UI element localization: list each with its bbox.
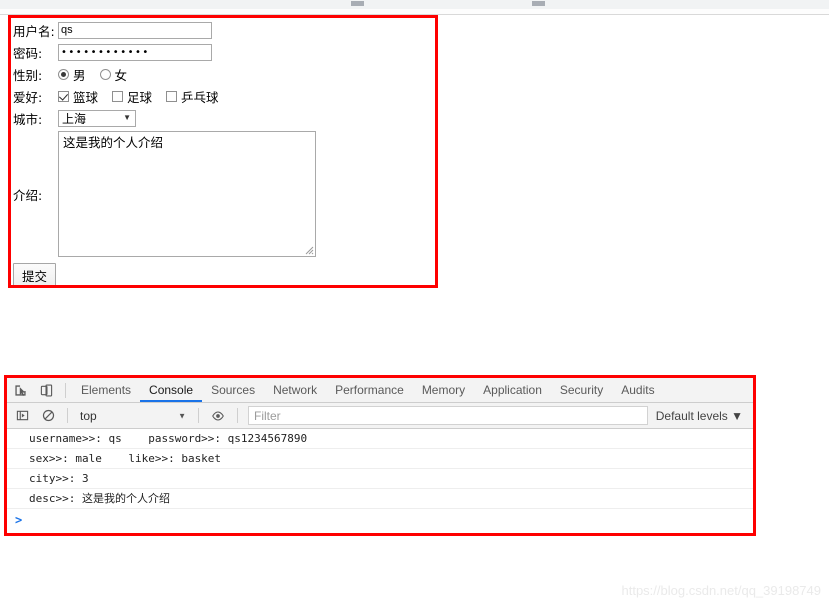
form-row-password: 密码: •••••••••••• — [13, 42, 433, 62]
tab-console[interactable]: Console — [140, 378, 203, 402]
checkbox-hobby-basketball[interactable]: 篮球 — [58, 87, 98, 106]
form-row-desc: 介绍: 这是我的个人介绍 — [13, 131, 433, 257]
registration-form: 用户名: 密码: •••••••••••• 性别: 男 女 爱好: 篮球 足球 — [13, 20, 433, 288]
filterbar-divider — [67, 408, 68, 423]
checkbox-icon-checked[interactable] — [58, 90, 69, 102]
checkbox-hobby-football[interactable]: 足球 — [112, 87, 152, 106]
password-input[interactable]: •••••••••••• — [58, 43, 212, 61]
city-label: 城市: — [13, 111, 43, 127]
radio-icon-checked[interactable] — [58, 68, 69, 80]
execution-context-select[interactable]: top ▼ — [74, 406, 192, 425]
checkbox-icon-unchecked[interactable] — [166, 90, 178, 102]
devtools-panel: Elements Console Sources Network Perform… — [7, 378, 753, 531]
device-toolbar-icon[interactable] — [33, 378, 59, 402]
console-output: username>>: qs password>>: qs1234567890 … — [7, 429, 753, 531]
submit-button[interactable]: 提交 — [13, 263, 57, 288]
devtools-tabbar: Elements Console Sources Network Perform… — [7, 378, 753, 403]
checkbox-icon-unchecked[interactable] — [112, 90, 124, 102]
console-line: username>>: qs password>>: qs1234567890 — [7, 429, 753, 449]
filterbar-divider — [198, 408, 199, 423]
checkbox-hobby-football-label: 足球 — [127, 89, 153, 105]
desc-textarea[interactable]: 这是我的个人介绍 — [58, 131, 316, 257]
radio-icon-unchecked[interactable] — [99, 68, 111, 80]
tab-elements[interactable]: Elements — [72, 378, 140, 402]
console-prompt[interactable]: > — [7, 509, 753, 531]
chevron-down-icon: ▼ — [178, 411, 186, 420]
radio-sex-female[interactable]: 女 — [99, 65, 128, 84]
console-line: desc>>: 这是我的个人介绍 — [7, 489, 753, 509]
hobby-label: 爱好: — [13, 89, 43, 105]
console-filter-input[interactable] — [248, 406, 648, 425]
browser-toolbar-strip — [0, 9, 829, 15]
form-row-hobby: 爱好: 篮球 足球 乒乓球 — [13, 86, 433, 106]
sex-label: 性别: — [13, 67, 43, 83]
console-line: sex>>: male like>>: basket — [7, 449, 753, 469]
resize-grip-icon[interactable] — [302, 243, 314, 255]
console-sidebar-icon[interactable] — [9, 404, 35, 428]
clear-console-icon[interactable] — [35, 404, 61, 428]
checkbox-hobby-pingpong-label: 乒乓球 — [181, 89, 219, 105]
chevron-down-icon: ▼ — [123, 113, 131, 122]
execution-context-value: top — [80, 408, 97, 423]
password-label: 密码: — [13, 45, 43, 61]
chrome-tab-marker — [532, 1, 545, 6]
desc-textarea-value: 这是我的个人介绍 — [63, 135, 164, 150]
city-select[interactable]: 上海 ▼ — [58, 109, 136, 127]
desc-label: 介绍: — [13, 187, 43, 203]
tab-security[interactable]: Security — [551, 378, 612, 402]
radio-sex-male[interactable]: 男 — [58, 65, 86, 84]
tab-network[interactable]: Network — [264, 378, 326, 402]
checkbox-hobby-basketball-label: 篮球 — [73, 89, 99, 105]
filterbar-divider — [237, 408, 238, 423]
toolbar-divider — [65, 382, 66, 398]
chrome-tab-marker — [351, 1, 364, 6]
tab-sources[interactable]: Sources — [202, 378, 264, 402]
console-line: city>>: 3 — [7, 469, 753, 489]
tab-audits[interactable]: Audits — [612, 378, 663, 402]
form-row-sex: 性别: 男 女 — [13, 64, 433, 84]
tab-performance[interactable]: Performance — [326, 378, 413, 402]
watermark: https://blog.csdn.net/qq_39198749 — [621, 583, 822, 598]
form-row-city: 城市: 上海 ▼ — [13, 108, 433, 128]
live-expression-eye-icon[interactable] — [205, 404, 231, 428]
radio-sex-male-label: 男 — [73, 67, 86, 83]
inspect-element-icon[interactable] — [7, 378, 33, 402]
log-levels-dropdown[interactable]: Default levels ▼ — [652, 409, 753, 423]
console-filter-bar: top ▼ Default levels ▼ — [7, 403, 753, 429]
tab-application[interactable]: Application — [474, 378, 551, 402]
form-row-username: 用户名: — [13, 20, 433, 40]
password-masked-value: •••••••••••• — [61, 46, 150, 58]
tab-memory[interactable]: Memory — [413, 378, 474, 402]
username-label: 用户名: — [13, 23, 55, 39]
city-select-value: 上海 — [62, 111, 87, 126]
username-input[interactable] — [58, 21, 212, 39]
radio-sex-female-label: 女 — [114, 67, 128, 83]
checkbox-hobby-pingpong[interactable]: 乒乓球 — [166, 87, 219, 106]
